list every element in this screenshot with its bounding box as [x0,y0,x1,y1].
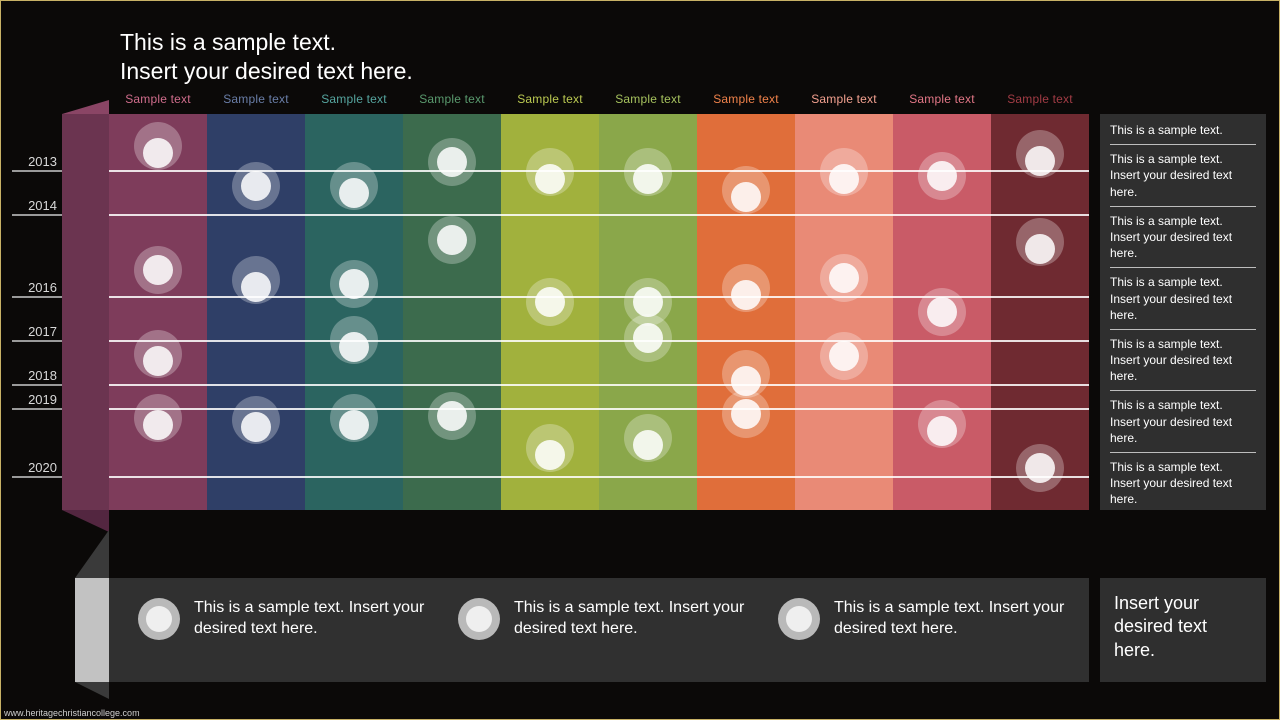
title-line2: Insert your desired text here. [120,58,413,84]
data-point [918,400,966,448]
column-header: Sample text [223,92,289,106]
sidebar-row: This is a sample text. Insert your desir… [1110,452,1256,508]
row-divider [109,214,1089,216]
row-label: 2017 [17,324,57,339]
sidebar-row: This is a sample text. Insert your desir… [1110,267,1256,323]
data-point [820,148,868,196]
data-point [722,264,770,312]
data-point [1016,444,1064,492]
data-point [134,122,182,170]
data-point [624,314,672,362]
data-point [820,254,868,302]
sidebar-row: This is a sample text. Insert your desir… [1110,329,1256,385]
data-point [134,246,182,294]
row-divider [109,384,1089,386]
column-header: Sample text [615,92,681,106]
row-guide [12,476,62,478]
data-point [918,288,966,336]
sidebar-row: This is a sample text. Insert your desir… [1110,390,1256,446]
data-point [330,316,378,364]
sidebar-row: This is a sample text. Insert your desir… [1110,144,1256,200]
data-point [624,414,672,462]
row-label: 2013 [17,154,57,169]
sidebar-row: This is a sample text. Insert your desir… [1110,206,1256,262]
data-point [330,260,378,308]
data-point [428,138,476,186]
column-header: Sample text [321,92,387,106]
sidebar-cta: Insert your desired text here. [1100,578,1266,682]
legend-text-2: This is a sample text. Insert your desir… [514,598,758,640]
column-header: Sample text [1007,92,1073,106]
data-point [526,424,574,472]
circle-icon [778,598,820,640]
data-point [1016,130,1064,178]
column-header: Sample text [517,92,583,106]
title-line1: This is a sample text. [120,29,336,55]
row-axis-fold-bot [62,510,109,532]
row-divider [109,340,1089,342]
row-label: 2019 [17,392,57,407]
data-point [526,278,574,326]
data-point [1016,218,1064,266]
legend-text-1: This is a sample text. Insert your desir… [194,598,438,640]
legend-item-2: This is a sample text. Insert your desir… [458,598,758,640]
row-label: 2016 [17,280,57,295]
data-point [624,148,672,196]
row-axis-tab [62,114,109,510]
row-divider [109,476,1089,478]
row-label: 2014 [17,198,57,213]
row-guide [12,384,62,386]
data-point [232,162,280,210]
credit-text: www.heritagechristiancollege.com [4,708,140,718]
data-point [918,152,966,200]
legend-text-3: This is a sample text. Insert your desir… [834,598,1078,640]
legend-item-3: This is a sample text. Insert your desir… [778,598,1078,640]
data-point [232,396,280,444]
column-header: Sample text [811,92,877,106]
column-header: Sample text [713,92,779,106]
sidebar-cta-text: Insert your desired text here. [1114,593,1207,660]
circle-icon [458,598,500,640]
data-point [820,332,868,380]
row-guide [12,408,62,410]
data-point [330,394,378,442]
column-header: Sample text [909,92,975,106]
data-point [722,166,770,214]
data-point [232,256,280,304]
matrix-column [109,114,207,510]
row-guide [12,340,62,342]
row-label: 2018 [17,368,57,383]
data-point [428,392,476,440]
footer-fold-bot [75,682,109,699]
sidebar: This is a sample text. This is a sample t… [1100,114,1266,510]
column-header: Sample text [125,92,191,106]
circle-icon [138,598,180,640]
row-axis-fold-top [62,100,109,114]
data-point [134,394,182,442]
page-title: This is a sample text. Insert your desir… [120,28,413,86]
row-label: 2020 [17,460,57,475]
data-point [722,390,770,438]
data-point [526,148,574,196]
data-point [134,330,182,378]
row-guide [12,214,62,216]
sidebar-row: This is a sample text. [1110,122,1256,138]
row-guide [12,170,62,172]
data-point [330,162,378,210]
footer-fold-face [75,578,109,682]
legend-item-1: This is a sample text. Insert your desir… [138,598,438,640]
data-point [428,216,476,264]
column-header: Sample text [419,92,485,106]
footer-fold-top [75,530,109,578]
row-guide [12,296,62,298]
